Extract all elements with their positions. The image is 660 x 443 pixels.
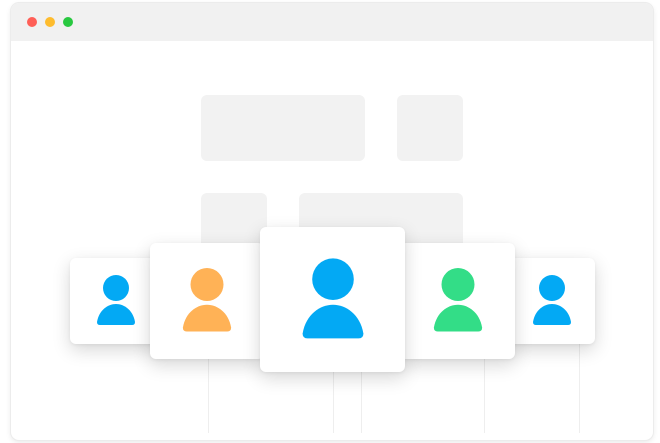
user-icon	[97, 275, 135, 325]
guide-line	[208, 353, 209, 433]
user-icon	[182, 268, 232, 332]
window-close-button[interactable]	[27, 17, 37, 27]
browser-window	[11, 3, 653, 440]
guide-line	[333, 363, 334, 433]
user-icon	[433, 268, 482, 332]
guide-line	[579, 343, 580, 433]
user-card-right[interactable]	[400, 243, 515, 359]
user-card-center[interactable]	[260, 227, 405, 372]
window-maximize-button[interactable]	[63, 17, 73, 27]
user-card-left[interactable]	[150, 243, 264, 359]
window-titlebar	[11, 3, 653, 41]
user-card-far-right[interactable]	[508, 258, 595, 344]
content-placeholder-small-top	[397, 95, 463, 161]
guide-line	[484, 353, 485, 433]
content-placeholder-wide-top	[201, 95, 365, 161]
window-minimize-button[interactable]	[45, 17, 55, 27]
user-card-far-left[interactable]	[70, 258, 162, 344]
user-icon	[302, 257, 363, 338]
guide-line	[361, 363, 362, 433]
user-icon	[532, 275, 571, 325]
